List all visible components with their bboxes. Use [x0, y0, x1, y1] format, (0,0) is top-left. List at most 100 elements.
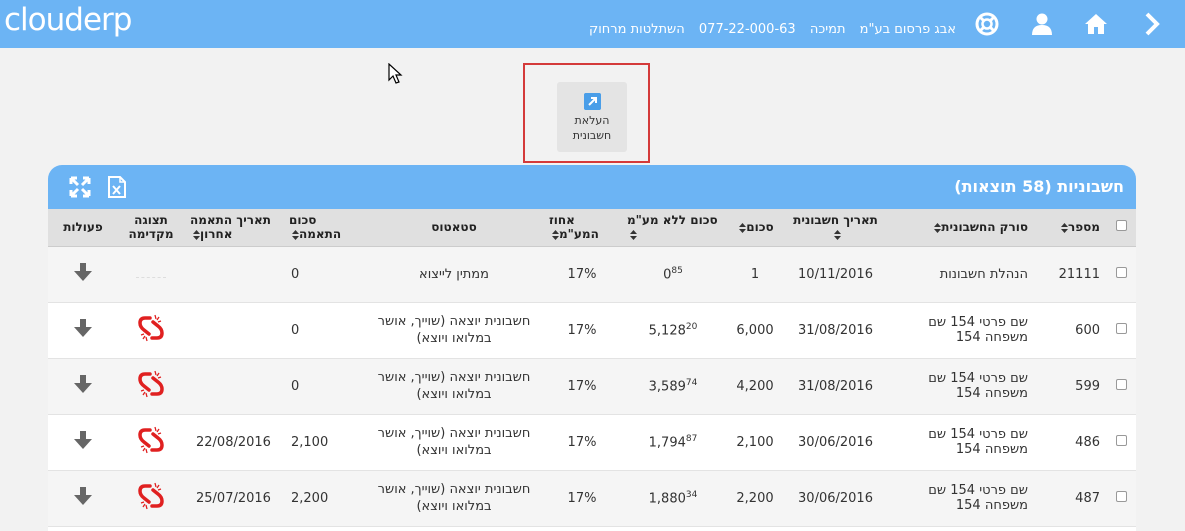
expand-icon[interactable] [68, 175, 92, 199]
cell-number: 599 [1034, 358, 1106, 415]
lifebuoy-icon[interactable] [974, 11, 1000, 37]
broken-link-icon[interactable] [137, 313, 165, 343]
chevron-right-icon[interactable] [1139, 11, 1165, 37]
cell-date: 30/06/2016 [785, 470, 886, 527]
sort-icon [552, 229, 559, 240]
panel-header: חשבוניות (58 תוצאות) [48, 165, 1136, 209]
cell-date: 31/08/2016 [785, 358, 886, 415]
table-row[interactable]: 21111 הנהלת חשבונות 10/11/2016 1 085 17% ממתין… [48, 246, 1136, 303]
row-checkbox[interactable] [1115, 322, 1127, 334]
cell-match-amount: 0 [283, 358, 365, 415]
top-bar: clouderp אבג פרסום בע"מ תמיכה 077-22-000… [0, 0, 1185, 48]
header-amount-no-vat[interactable]: סכום ללא מע"מ [621, 209, 725, 247]
row-checkbox[interactable] [1115, 266, 1127, 278]
table-header-row: מספר סורק החשבונית תאריך חשבונית סכום סכ… [48, 209, 1136, 247]
broken-link-icon[interactable] [137, 425, 165, 455]
cell-scanner: שם פרטי 154 שם משפחה 154 [886, 470, 1034, 527]
broken-link-icon[interactable] [137, 369, 165, 399]
header-scanner[interactable]: סורק החשבונית [886, 209, 1034, 247]
select-all-checkbox[interactable] [1115, 220, 1127, 232]
select-all-cell[interactable] [1106, 209, 1136, 247]
cell-preview[interactable] [118, 246, 184, 303]
cell-vat-percent: 17% [543, 246, 621, 303]
broken-link-icon[interactable] [137, 481, 165, 511]
cell-preview[interactable] [118, 470, 184, 527]
download-arrow-icon[interactable] [72, 318, 94, 338]
download-arrow-icon[interactable] [72, 374, 94, 394]
sort-icon [833, 229, 841, 240]
cell-status: חשבונית יוצאה (שוייך, אושר במלואו ויוצא) [365, 414, 543, 471]
cell-amount: 1 [725, 246, 785, 303]
download-arrow-icon[interactable] [72, 430, 94, 450]
upload-invoice-label: העלאת חשבונית [572, 114, 612, 142]
cell-amount-no-vat: 3,58974 [621, 358, 725, 415]
home-icon[interactable] [1083, 11, 1109, 37]
remote-control-link[interactable]: השתלטות מרחוק [589, 22, 685, 37]
table-row[interactable]: 599 שם פרטי 154 שם משפחה 154 31/08/2016 4,2… [48, 358, 1136, 415]
cell-preview[interactable] [118, 414, 184, 471]
cell-scanner: שם פרטי 154 שם משפחה 154 [886, 302, 1034, 359]
upload-highlight-frame: העלאת חשבונית [523, 63, 650, 163]
cell-number: 486 [1034, 414, 1106, 471]
excel-export-icon[interactable] [105, 175, 129, 199]
cell-scanner: שם פרטי 154 שם משפחה 154 [886, 414, 1034, 471]
cell-actions[interactable] [48, 358, 118, 415]
table-row[interactable]: 487 שם פרטי 154 שם משפחה 154 30/06/2016 2,2… [48, 470, 1136, 527]
cell-status: חשבונית יוצאה (שוייך, אושר במלואו ויוצא) [365, 302, 543, 359]
row-select-cell[interactable] [1106, 358, 1136, 415]
download-arrow-icon[interactable] [72, 262, 94, 282]
cell-actions[interactable] [48, 470, 118, 527]
cell-status: חשבונית יוצאה (שוייך, אושר במלואו ויוצא) [365, 358, 543, 415]
cell-preview[interactable] [118, 302, 184, 359]
cell-amount: 2,200 [725, 470, 785, 527]
header-preview: תצוגה מקדימה [118, 209, 184, 247]
download-arrow-icon[interactable] [72, 486, 94, 506]
row-select-cell[interactable] [1106, 302, 1136, 359]
row-select-cell[interactable] [1106, 246, 1136, 303]
cell-amount-no-vat: 1,79487 [621, 414, 725, 471]
cell-last-match-date [184, 302, 283, 359]
cell-actions[interactable] [48, 246, 118, 303]
cell-actions[interactable] [48, 302, 118, 359]
cell-last-match-date [184, 246, 283, 303]
cell-amount: 2,100 [725, 414, 785, 471]
logo[interactable]: clouderp [4, 2, 132, 38]
row-select-cell[interactable] [1106, 470, 1136, 527]
cell-actions[interactable] [48, 414, 118, 471]
cell-vat-percent: 17% [543, 414, 621, 471]
row-checkbox[interactable] [1115, 378, 1127, 390]
cell-preview[interactable] [118, 358, 184, 415]
no-preview-placeholder [136, 274, 166, 278]
row-checkbox[interactable] [1115, 490, 1127, 502]
upload-invoice-button[interactable]: העלאת חשבונית [557, 82, 627, 152]
cell-match-amount: 2,200 [283, 470, 365, 527]
row-select-cell[interactable] [1106, 414, 1136, 471]
header-vat-percent[interactable]: אחוז המע"מ [543, 209, 621, 247]
cell-last-match-date [184, 358, 283, 415]
table-row[interactable]: 486 שם פרטי 154 שם משפחה 154 30/06/2016 2,1… [48, 414, 1136, 471]
cell-vat-percent: 17% [543, 302, 621, 359]
header-amount[interactable]: סכום [725, 209, 785, 247]
header-number[interactable]: מספר [1034, 209, 1106, 247]
sort-icon [193, 229, 200, 240]
header-match-amount[interactable]: סכום התאמה [283, 209, 365, 247]
cell-match-amount: 0 [283, 302, 365, 359]
cell-amount-no-vat: 5,12820 [621, 302, 725, 359]
invoices-table: מספר סורק החשבונית תאריך חשבונית סכום סכ… [48, 209, 1136, 527]
invoices-panel: חשבוניות (58 תוצאות) מספר סורק החשבונית … [48, 165, 1136, 531]
cell-amount: 4,200 [725, 358, 785, 415]
user-icon[interactable] [1029, 11, 1055, 37]
cell-scanner: שם פרטי 154 שם משפחה 154 [886, 358, 1034, 415]
external-upload-icon [583, 93, 601, 110]
header-last-match-date[interactable]: תאריך התאמה אחרון [184, 209, 283, 247]
table-row[interactable]: 600 שם פרטי 154 שם משפחה 154 31/08/2016 6,0… [48, 302, 1136, 359]
row-checkbox[interactable] [1115, 434, 1127, 446]
header-invoice-date[interactable]: תאריך חשבונית [785, 209, 886, 247]
cell-amount-no-vat: 085 [621, 246, 725, 303]
cell-last-match-date: 25/07/2016 [184, 470, 283, 527]
cell-vat-percent: 17% [543, 358, 621, 415]
cell-scanner: הנהלת חשבונות [886, 246, 1034, 303]
cell-amount-no-vat: 1,88034 [621, 470, 725, 527]
cell-last-match-date: 22/08/2016 [184, 414, 283, 471]
header-status: סטאטוס [365, 209, 543, 247]
